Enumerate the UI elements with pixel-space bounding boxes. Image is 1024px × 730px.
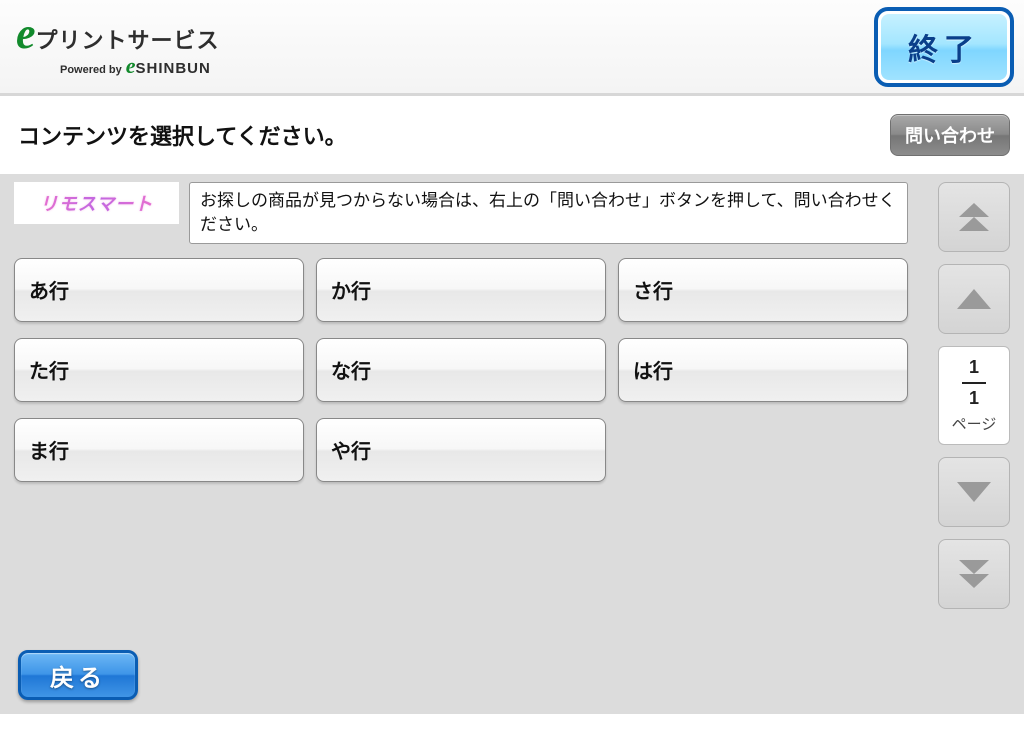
page-last-button[interactable] — [938, 539, 1010, 609]
category-ya-row[interactable]: や行 — [316, 418, 606, 482]
down-icon — [957, 482, 991, 502]
brand-tile[interactable]: リモスマート — [14, 182, 179, 224]
page-up-button[interactable] — [938, 264, 1010, 334]
category-label: ま行 — [29, 435, 69, 464]
instruction-bar: コンテンツを選択してください。 問い合わせ — [0, 96, 1024, 174]
up-icon — [957, 289, 991, 309]
exit-button-label: 終了 — [881, 14, 1007, 80]
page-indicator: 1 1 ページ — [938, 346, 1010, 445]
exit-button[interactable]: 終了 — [874, 7, 1014, 87]
page-current: 1 — [969, 357, 979, 378]
info-strip: リモスマート お探しの商品が見つからない場合は、右上の「問い合わせ」ボタンを押し… — [14, 182, 908, 244]
main-panel: リモスマート お探しの商品が見つからない場合は、右上の「問い合わせ」ボタンを押し… — [0, 174, 1024, 714]
logo-main-text: プリントサービス — [36, 23, 220, 55]
app-logo: e プリントサービス Powered by e SHINBUN — [10, 14, 220, 79]
inquiry-button-label: 問い合わせ — [905, 122, 995, 148]
category-na-row[interactable]: な行 — [316, 338, 606, 402]
category-ma-row[interactable]: ま行 — [14, 418, 304, 482]
category-label: な行 — [331, 355, 371, 384]
logo-e-icon-small: e — [126, 53, 136, 79]
double-up-icon — [959, 203, 989, 217]
inquiry-button[interactable]: 問い合わせ — [890, 114, 1010, 156]
category-a-row[interactable]: あ行 — [14, 258, 304, 322]
double-down-icon — [959, 574, 989, 588]
category-ta-row[interactable]: た行 — [14, 338, 304, 402]
notice-text: お探しの商品が見つからない場合は、右上の「問い合わせ」ボタンを押して、問い合わせ… — [189, 182, 908, 244]
header: e プリントサービス Powered by e SHINBUN 終了 — [0, 0, 1024, 96]
category-ha-row[interactable]: は行 — [618, 338, 908, 402]
brand-tile-label: リモスマート — [40, 190, 153, 216]
double-up-icon — [959, 217, 989, 231]
instruction-text: コンテンツを選択してください。 — [18, 119, 347, 151]
category-label: さ行 — [633, 275, 673, 304]
logo-e-icon: e — [16, 14, 36, 54]
back-button[interactable]: 戻る — [18, 650, 138, 700]
logo-powered-by: Powered by — [60, 64, 122, 76]
page-unit: ページ — [952, 413, 997, 434]
category-grid: あ行 か行 さ行 た行 な行 は行 ま行 や行 — [14, 258, 908, 482]
page-divider-icon — [962, 382, 986, 384]
category-label: は行 — [633, 355, 673, 384]
category-sa-row[interactable]: さ行 — [618, 258, 908, 322]
page-first-button[interactable] — [938, 182, 1010, 252]
page-total: 1 — [969, 388, 979, 409]
back-button-label: 戻る — [50, 658, 106, 693]
pager: 1 1 ページ — [938, 182, 1010, 609]
category-label: あ行 — [29, 275, 69, 304]
double-down-icon — [959, 560, 989, 574]
page-down-button[interactable] — [938, 457, 1010, 527]
category-label: か行 — [331, 275, 371, 304]
category-ka-row[interactable]: か行 — [316, 258, 606, 322]
logo-sub-text: SHINBUN — [136, 60, 211, 77]
category-label: や行 — [331, 435, 371, 464]
category-label: た行 — [29, 355, 69, 384]
